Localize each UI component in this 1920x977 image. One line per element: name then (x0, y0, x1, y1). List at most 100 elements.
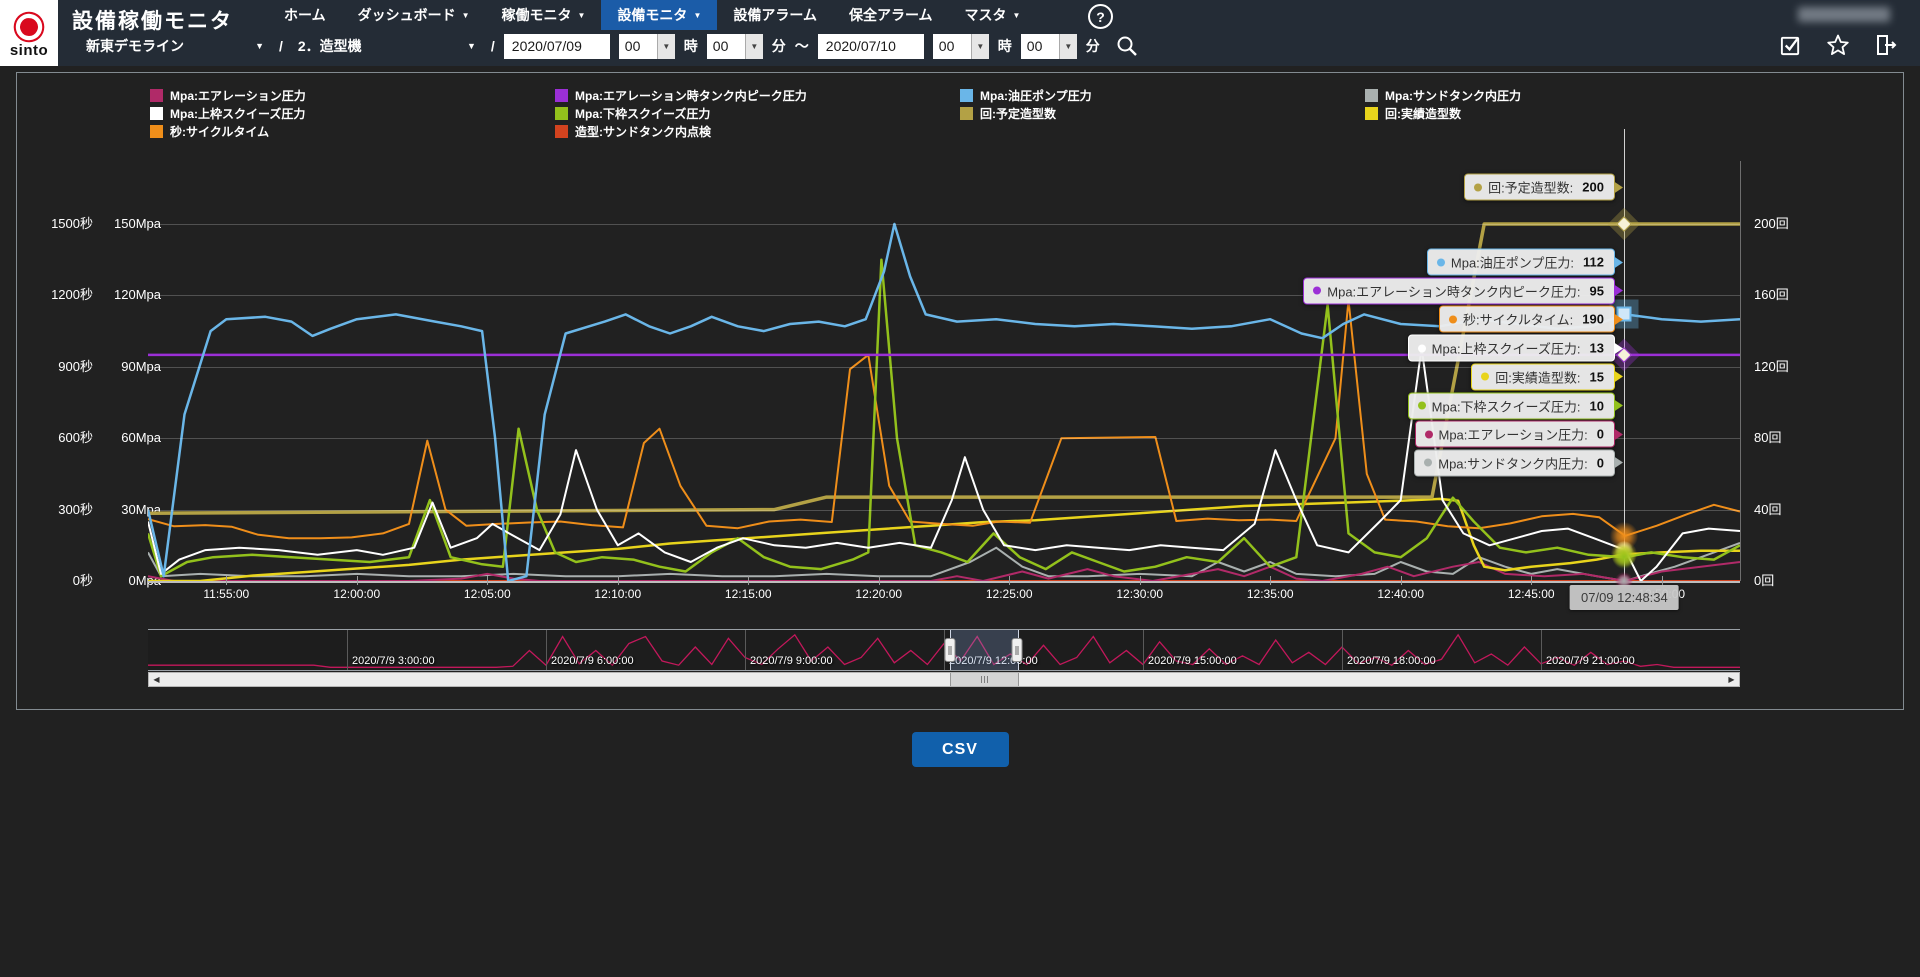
x-axis-tick (1401, 576, 1402, 585)
navigator-time-label: 2020/7/9 9:00:00 (750, 655, 833, 667)
favorite-star-icon[interactable] (1826, 33, 1850, 57)
axis-tick-label: 80回 (1754, 430, 1812, 446)
axis-tick-label: 900秒 (31, 359, 93, 375)
nav-item-設備モニタ[interactable]: 設備モニタ▼ (601, 0, 717, 30)
tooltip-value: 0 (1597, 455, 1604, 470)
help-icon[interactable]: ? (1088, 4, 1113, 29)
legend-swatch (555, 107, 568, 120)
tooltip-series-dot (1437, 258, 1445, 266)
nav-item-label: 設備モニタ (617, 5, 687, 25)
hour-suffix: 時 (684, 36, 698, 56)
navigator-time-label: 2020/7/9 6:00:00 (551, 655, 634, 667)
minute-from-select[interactable]: 00 ▼ (707, 34, 763, 59)
legend-item[interactable]: Mpa:下枠スクイーズ圧力 (555, 104, 960, 122)
nav-item-保全アラーム[interactable]: 保全アラーム (833, 0, 949, 30)
legend-item[interactable]: 回:予定造型数 (960, 104, 1365, 122)
scroll-right-arrow-icon[interactable]: ▶ (1724, 673, 1739, 686)
nav-item-設備アラーム[interactable]: 設備アラーム (717, 0, 833, 30)
legend-item[interactable]: Mpa:サンドタンク内圧力 (1365, 86, 1770, 104)
axis-tick-label: 0回 (1754, 573, 1812, 589)
nav-item-label: マスタ (965, 5, 1007, 25)
hour-from-select[interactable]: 00 ▼ (619, 34, 675, 59)
tooltip-cycle_time: 秒:サイクルタイム:190 (1439, 306, 1615, 333)
hour-suffix: 時 (998, 36, 1012, 56)
navigator-handle-left[interactable] (945, 638, 956, 662)
legend-label: Mpa:油圧ポンプ圧力 (980, 87, 1092, 104)
navigator-selected-range[interactable] (950, 630, 1019, 670)
legend-item[interactable]: Mpa:上枠スクイーズ圧力 (150, 104, 555, 122)
x-axis-tick (1662, 576, 1663, 585)
navigator-scrollbar[interactable]: ◀ ▶ (148, 672, 1740, 687)
filter-bar: 新東デモライン ▼ / 2．造型機 ▼ / 2020/07/09 00 ▼ 時 … (80, 32, 1139, 60)
x-axis-label: 12:20:00 (839, 587, 919, 601)
nav-item-稼働モニタ[interactable]: 稼働モニタ▼ (486, 0, 602, 30)
tooltip-label: Mpa:エアレーション圧力: (1439, 425, 1588, 444)
minute-suffix: 分 (772, 36, 786, 56)
machine-select[interactable]: 2．造型機 ▼ (292, 33, 482, 59)
legend-label: Mpa:下枠スクイーズ圧力 (575, 105, 710, 122)
hour-from-value: 00 (619, 34, 657, 59)
chart-plot-area[interactable]: 07/09 12:48:34 回:予定造型数:200Mpa:油圧ポンプ圧力:11… (148, 161, 1741, 581)
navigator-time-label: 2020/7/9 18:00:00 (1347, 655, 1436, 667)
legend-label: Mpa:サンドタンク内圧力 (1385, 87, 1521, 104)
chart-legend: Mpa:エアレーション圧力Mpa:上枠スクイーズ圧力秒:サイクルタイムMpa:エ… (150, 86, 1770, 140)
tooltip-arrow (1614, 428, 1623, 440)
legend-item[interactable]: 造型:サンドタンク内点検 (555, 122, 960, 140)
legend-column: Mpa:エアレーション圧力Mpa:上枠スクイーズ圧力秒:サイクルタイム (150, 86, 555, 140)
timeline-navigator[interactable]: 2020/7/9 3:00:002020/7/9 6:00:002020/7/9… (148, 629, 1740, 671)
chevron-down-icon: ▼ (462, 11, 470, 20)
checklist-icon[interactable] (1779, 34, 1802, 57)
tooltip-value: 0 (1597, 427, 1604, 442)
navigator-gridline (1541, 630, 1542, 670)
legend-item[interactable]: 秒:サイクルタイム (150, 122, 555, 140)
tooltip-series-dot (1481, 373, 1489, 381)
legend-item[interactable]: 回:実績造型数 (1365, 104, 1770, 122)
nav-item-label: ダッシュボード (358, 5, 456, 25)
minute-to-value: 00 (1021, 34, 1059, 59)
navigator-gridline (347, 630, 348, 670)
legend-label: Mpa:エアレーション圧力 (170, 87, 306, 104)
date-from-input[interactable]: 2020/07/09 (504, 34, 610, 59)
scrollbar-thumb[interactable] (950, 673, 1019, 686)
chevron-down-icon: ▼ (1059, 34, 1077, 59)
nav-item-ホーム[interactable]: ホーム (268, 0, 342, 30)
search-button[interactable] (1115, 34, 1139, 58)
nav-item-ダッシュボード[interactable]: ダッシュボード ▼ (342, 0, 486, 30)
nav-item-label: ホーム (284, 5, 326, 25)
navigator-gridline (546, 630, 547, 670)
tooltip-value: 112 (1583, 255, 1604, 270)
tooltip-peak_pressure: Mpa:エアレーション時タンク内ピーク圧力:95 (1303, 277, 1615, 304)
minute-to-select[interactable]: 00 ▼ (1021, 34, 1077, 59)
main-nav: ホーム ダッシュボード ▼ 稼働モニタ▼設備モニタ▼ 設備アラーム保全アラームマスタ▼ (268, 0, 1036, 30)
scroll-left-arrow-icon[interactable]: ◀ (149, 673, 164, 686)
date-to-input[interactable]: 2020/07/10 (818, 34, 924, 59)
nav-item-label: 設備アラーム (733, 5, 817, 25)
legend-item[interactable]: Mpa:エアレーション圧力 (150, 86, 555, 104)
machine-select-value: 2．造型機 (298, 36, 362, 56)
tooltip-series-dot (1449, 315, 1457, 323)
legend-item[interactable]: Mpa:油圧ポンプ圧力 (960, 86, 1365, 104)
x-axis-label: 12:25:00 (969, 587, 1049, 601)
tooltip-arrow (1614, 256, 1623, 268)
legend-column: Mpa:サンドタンク内圧力回:実績造型数 (1365, 86, 1770, 140)
x-axis-tick (1270, 576, 1271, 585)
navigator-handle-right[interactable] (1012, 638, 1023, 662)
tooltip-arrow (1614, 181, 1623, 193)
legend-item[interactable]: Mpa:エアレーション時タンク内ピーク圧力 (555, 86, 960, 104)
x-axis-tick (1140, 576, 1141, 585)
tooltip-value: 15 (1590, 369, 1604, 384)
legend-label: Mpa:エアレーション時タンク内ピーク圧力 (575, 87, 807, 104)
navigator-gridline (1342, 630, 1343, 670)
x-axis-label: 11:55:00 (186, 587, 266, 601)
hour-to-value: 00 (933, 34, 971, 59)
x-axis-label: 12:30:00 (1100, 587, 1180, 601)
tooltip-arrow (1614, 285, 1623, 297)
nav-item-マスタ[interactable]: マスタ▼ (949, 0, 1037, 30)
diamond-marker (1617, 216, 1633, 232)
hour-to-select[interactable]: 00 ▼ (933, 34, 989, 59)
logo-text: sinto (10, 44, 48, 57)
line-select[interactable]: 新東デモライン ▼ (80, 33, 270, 59)
tooltip-label: Mpa:サンドタンク内圧力: (1438, 453, 1588, 472)
logout-icon[interactable] (1874, 33, 1898, 57)
csv-export-button[interactable]: CSV (912, 732, 1009, 767)
